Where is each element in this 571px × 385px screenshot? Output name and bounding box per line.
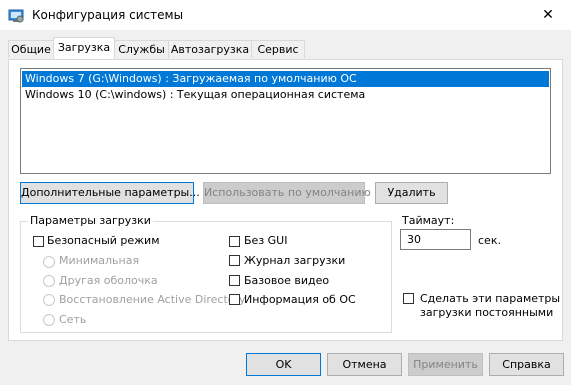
os-list[interactable]: Windows 7 (G:\Windows) : Загружаемая по … [20, 68, 551, 174]
network-radio[interactable] [43, 314, 55, 326]
set-default-button[interactable]: Использовать по умолчанию [203, 182, 371, 204]
boot-options-group-title: Параметры загрузки [28, 214, 153, 227]
delete-button[interactable]: Удалить [375, 182, 448, 204]
button-label: Использовать по умолчанию [204, 186, 371, 199]
button-label: Удалить [387, 186, 436, 199]
window-title: Конфигурация системы [32, 8, 184, 22]
ad-repair-radio[interactable] [43, 294, 55, 306]
title-bar[interactable]: Конфигурация системы ✕ [0, 0, 571, 30]
help-button[interactable]: Справка [489, 353, 564, 376]
cancel-button[interactable]: Отмена [327, 353, 402, 376]
timeout-label: Таймаут: [402, 214, 455, 227]
tab-general[interactable]: Общие [8, 40, 54, 58]
base-video-checkbox[interactable] [229, 275, 240, 286]
tab-label: Общие [11, 43, 51, 56]
os-list-item-windows7[interactable]: Windows 7 (G:\Windows) : Загружаемая по … [22, 71, 549, 87]
ad-repair-label: Восстановление Active Directory [59, 293, 246, 306]
os-item-label: Windows 10 (C:\windows) : Текущая операц… [25, 88, 366, 101]
button-label: Справка [502, 358, 551, 371]
tab-label: Загрузка [57, 41, 111, 54]
button-label: Дополнительные параметры... [21, 186, 200, 199]
safe-mode-label: Безопасный режим [47, 234, 160, 247]
button-label: Применить [413, 358, 478, 371]
tab-label: Автозагрузка [170, 43, 250, 56]
advanced-options-button[interactable]: Дополнительные параметры... [20, 182, 200, 204]
make-permanent-checkbox[interactable] [403, 293, 414, 304]
timeout-value: 30 [407, 233, 421, 246]
alternate-shell-radio[interactable] [43, 275, 55, 287]
timeout-unit: сек. [478, 234, 501, 247]
make-permanent-label-line1: Сделать эти параметры [420, 292, 561, 305]
safe-mode-checkbox[interactable] [33, 236, 44, 247]
base-video-label: Базовое видео [244, 274, 330, 287]
alternate-shell-label: Другая оболочка [59, 274, 158, 287]
os-list-item-windows10[interactable]: Windows 10 (C:\windows) : Текущая операц… [22, 87, 549, 103]
timeout-input[interactable]: 30 [400, 229, 471, 250]
system-config-app-icon [8, 8, 24, 24]
network-label: Сеть [59, 313, 87, 326]
boot-log-label: Журнал загрузки [244, 254, 346, 267]
system-config-window: Конфигурация системы ✕ Общие Загрузка Сл… [0, 0, 571, 385]
button-label: Отмена [342, 358, 387, 371]
boot-log-checkbox[interactable] [229, 255, 240, 266]
tab-services[interactable]: Службы [114, 40, 169, 58]
close-icon: ✕ [542, 7, 554, 23]
no-gui-checkbox[interactable] [229, 236, 240, 247]
close-button[interactable]: ✕ [525, 0, 571, 30]
os-item-label: Windows 7 (G:\Windows) : Загружаемая по … [25, 72, 357, 85]
tab-tools[interactable]: Сервис [251, 40, 305, 58]
os-info-checkbox[interactable] [229, 294, 240, 305]
tab-startup[interactable]: Автозагрузка [168, 40, 252, 58]
make-permanent-label-line2: загрузки постоянными [420, 306, 554, 319]
apply-button[interactable]: Применить [408, 353, 483, 376]
button-label: OK [275, 358, 292, 371]
os-info-label: Информация об ОС [244, 293, 356, 306]
minimal-radio[interactable] [43, 256, 55, 268]
tab-label: Службы [118, 43, 165, 56]
tab-label: Сервис [257, 43, 299, 56]
minimal-label: Минимальная [59, 254, 140, 267]
ok-button[interactable]: OK [246, 353, 321, 376]
no-gui-label: Без GUI [244, 234, 288, 247]
tab-boot[interactable]: Загрузка [53, 37, 115, 59]
